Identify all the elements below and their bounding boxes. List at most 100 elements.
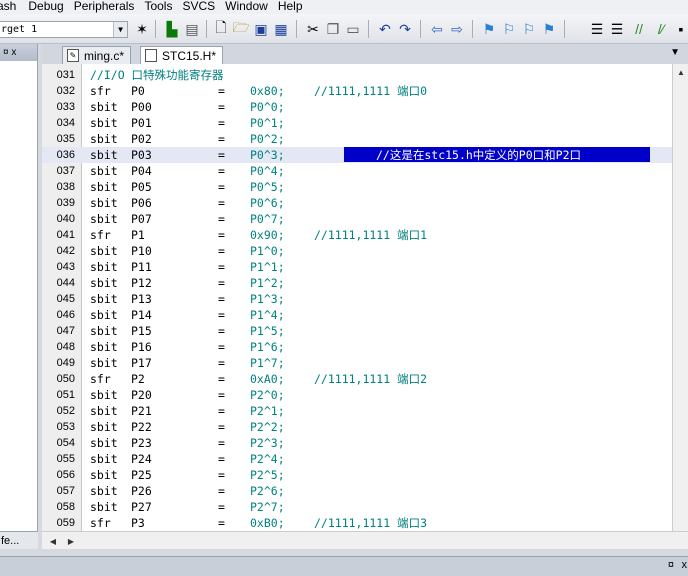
project-panel-tab-label: fe... [1, 535, 20, 547]
code-operator: = [218, 116, 225, 130]
code-keyword: sbit [90, 420, 118, 434]
manage-components-icon[interactable]: ▤ [183, 19, 201, 39]
project-panel-tab[interactable]: fe... [0, 531, 38, 549]
undo-icon[interactable]: ↶ [376, 19, 394, 39]
navigate-forward-icon[interactable]: ⇨ [448, 19, 466, 39]
code-keyword: sbit [90, 164, 118, 178]
target-select-value: rget 1 [1, 24, 38, 35]
menu-item-peripherals[interactable]: Peripherals [74, 0, 135, 12]
code-value: P2^6; [250, 484, 285, 498]
save-icon[interactable]: ▣ [252, 19, 270, 39]
line-number: 042 [56, 245, 75, 257]
scroll-right-icon[interactable]: ▶ [64, 534, 78, 548]
code-identifier: P01 [131, 116, 152, 130]
save-all-icon[interactable]: ▦ [272, 19, 290, 39]
target-select[interactable]: rget 1 ▼ [0, 21, 128, 38]
code-operator: = [218, 484, 225, 498]
menu-bar: ash Debug Peripherals Tools SVCS Window Help [0, 0, 688, 14]
pin-icon[interactable]: ¤ [668, 559, 674, 571]
code-editor[interactable]: 031 //I/O 口特殊功能寄存器 032 sfr P0 = 0x80; //1111,11… [42, 64, 688, 531]
toolbar-separator [472, 20, 473, 38]
code-identifier: P10 [131, 244, 152, 258]
line-number: 036 [56, 149, 75, 161]
clear-bookmarks-icon[interactable]: ⚑ [540, 19, 558, 39]
code-line: 046 sbit P14 = P1^4; [42, 307, 688, 323]
unindent-icon[interactable]: ☰ [608, 19, 626, 39]
code-value: P2^0; [250, 388, 285, 402]
paste-icon[interactable]: ▭ [344, 19, 362, 39]
code-operator: = [218, 308, 225, 322]
menu-item-window[interactable]: Window [225, 0, 268, 12]
code-value: P1^2; [250, 276, 285, 290]
wizard-icon[interactable]: ✶ [133, 19, 151, 39]
line-number: 049 [56, 357, 75, 369]
project-panel-header: ¤ x [0, 44, 37, 61]
code-line: 036 sbit P03 = P0^3; //这是在stc15.h中定义的P0口和P2口 [42, 147, 688, 163]
bookmark-icon[interactable]: ⚑ [480, 19, 498, 39]
editor-tabs: ✎ ming.c* STC15.H* ▼ [42, 44, 688, 64]
menu-item-ash[interactable]: ash [0, 0, 16, 12]
code-identifier: P22 [131, 420, 152, 434]
scroll-left-icon[interactable]: ◀ [46, 534, 60, 548]
horizontal-scrollbar[interactable]: ◀ ▶ [42, 531, 688, 549]
line-number: 039 [56, 197, 75, 209]
toolbar-more-icon[interactable]: ▪ [672, 19, 688, 39]
code-line: 038 sbit P05 = P0^5; [42, 179, 688, 195]
line-number: 051 [56, 389, 75, 401]
code-operator: = [218, 100, 225, 114]
prev-bookmark-icon[interactable]: ⚐ [500, 19, 518, 39]
code-value: P2^2; [250, 420, 285, 434]
cut-icon[interactable]: ✂ [304, 19, 322, 39]
comment-icon[interactable]: // [630, 19, 648, 39]
line-number: 045 [56, 293, 75, 305]
code-operator: = [218, 132, 225, 146]
code-keyword: sbit [90, 468, 118, 482]
toolbar: rget 1 ▼ ✶ ▙ ▤ 🗋 🗁 ▣ ▦ ✂ ❐ ▭ ↶ ↷ ⇦ ⇨ ⚑ ⚐… [0, 14, 688, 44]
tab-list-chevron-icon[interactable]: ▼ [670, 47, 680, 58]
open-folder-icon[interactable]: 🗁 [232, 19, 250, 39]
menu-item-svcs[interactable]: SVCS [182, 0, 215, 12]
pin-icon[interactable]: ¤ x [3, 47, 16, 58]
menu-item-tools[interactable]: Tools [144, 0, 172, 12]
close-icon[interactable]: x [682, 559, 688, 571]
next-bookmark-icon[interactable]: ⚐ [520, 19, 538, 39]
code-identifier: P04 [131, 164, 152, 178]
code-identifier: P24 [131, 452, 152, 466]
vertical-scrollbar[interactable]: ▲ [672, 64, 688, 531]
code-operator: = [218, 452, 225, 466]
line-number: 059 [56, 517, 75, 529]
code-keyword: sfr [90, 516, 111, 530]
uncomment-icon[interactable]: /⁄ [652, 19, 670, 39]
code-keyword: sbit [90, 276, 118, 290]
tab-ming-c[interactable]: ✎ ming.c* [62, 46, 132, 64]
tab-stc15-h[interactable]: STC15.H* [140, 46, 224, 64]
menu-item-debug[interactable]: Debug [28, 0, 63, 12]
redo-icon[interactable]: ↷ [396, 19, 414, 39]
toolbar-separator [564, 20, 565, 38]
new-file-icon[interactable]: 🗋 [212, 19, 230, 39]
chevron-down-icon[interactable]: ▼ [113, 22, 127, 37]
copy-icon[interactable]: ❐ [324, 19, 342, 39]
code-keyword: sbit [90, 452, 118, 466]
code-identifier: P25 [131, 468, 152, 482]
code-identifier: P21 [131, 404, 152, 418]
code-line: 048 sbit P16 = P1^6; [42, 339, 688, 355]
code-operator: = [218, 516, 225, 530]
load-icon[interactable]: ▙ [163, 19, 181, 39]
navigate-back-icon[interactable]: ⇦ [428, 19, 446, 39]
toolbar-separator [155, 20, 156, 38]
line-number: 055 [56, 453, 75, 465]
code-line: 049 sbit P17 = P1^7; [42, 355, 688, 371]
code-line: 033 sbit P00 = P0^0; [42, 99, 688, 115]
code-identifier: P06 [131, 196, 152, 210]
code-operator: = [218, 420, 225, 434]
indent-icon[interactable]: ☰ [588, 19, 606, 39]
line-number: 033 [56, 101, 75, 113]
code-identifier: P26 [131, 484, 152, 498]
code-value: P1^5; [250, 324, 285, 338]
scroll-up-icon[interactable]: ▲ [674, 65, 688, 79]
code-keyword: sbit [90, 244, 118, 258]
code-operator: = [218, 500, 225, 514]
menu-item-help[interactable]: Help [278, 0, 303, 12]
code-line: 053 sbit P22 = P2^2; [42, 419, 688, 435]
